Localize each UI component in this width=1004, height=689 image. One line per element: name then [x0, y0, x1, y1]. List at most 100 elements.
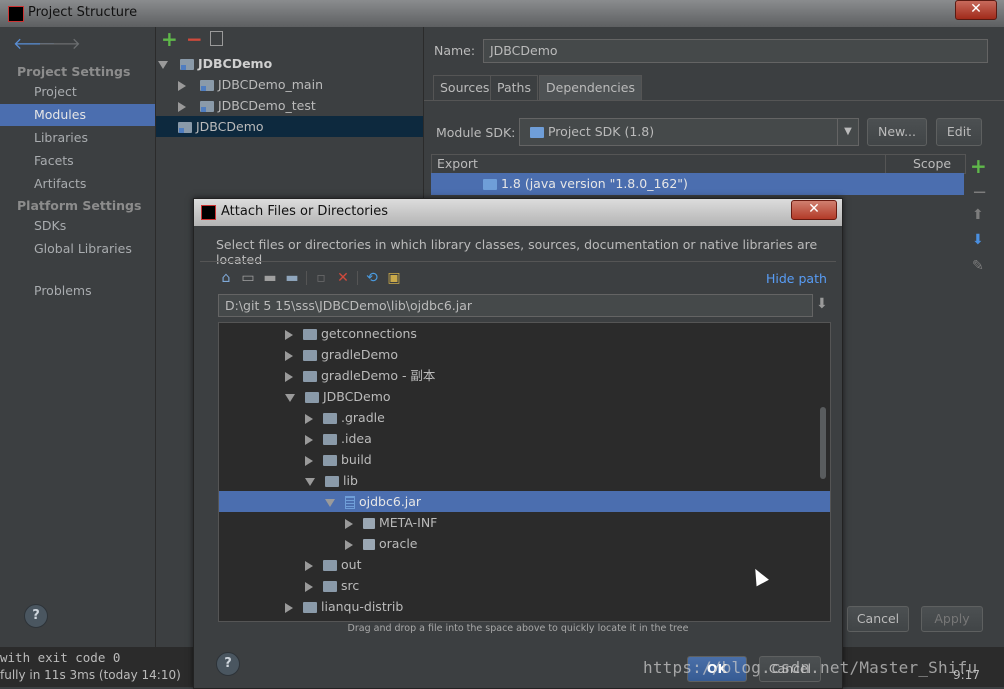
sidebar-item-facets[interactable]: Facets: [0, 150, 155, 172]
file-tree-row[interactable]: oracle: [219, 533, 830, 554]
remove-dependency-icon[interactable]: −: [972, 182, 987, 203]
scrollbar-thumb[interactable]: [820, 407, 826, 479]
module-tree-selected[interactable]: JDBCDemo: [156, 116, 423, 137]
expand-right-icon[interactable]: [178, 80, 186, 91]
file-tree-row[interactable]: src: [219, 575, 830, 596]
tab-dependencies[interactable]: Dependencies: [539, 75, 642, 101]
module-folder-icon[interactable]: ▬: [284, 270, 300, 286]
module-name-field[interactable]: JDBCDemo: [483, 39, 988, 63]
file-tree-row[interactable]: getconnections: [219, 323, 830, 344]
module-tree-root[interactable]: JDBCDemo: [158, 53, 423, 74]
module-tree-child[interactable]: JDBCDemo_main: [178, 74, 323, 95]
expand-right-icon[interactable]: [345, 539, 353, 550]
dependencies-table-header: Export Scope: [431, 154, 966, 174]
expand-down-icon[interactable]: [305, 477, 315, 486]
file-tree-row-label: src: [341, 578, 360, 593]
expand-right-icon[interactable]: [305, 560, 313, 571]
expand-right-icon[interactable]: [305, 581, 313, 592]
file-tree-row[interactable]: JDBCDemo: [219, 386, 830, 407]
platform-settings-heading: Platform Settings: [17, 198, 142, 213]
expand-right-icon[interactable]: [285, 329, 293, 340]
file-tree-row-label: oracle: [379, 536, 418, 551]
file-tree-row[interactable]: lianqu-distrib: [219, 596, 830, 617]
file-tree-row[interactable]: lib: [219, 470, 830, 491]
cancel-button[interactable]: Cancel: [847, 606, 909, 632]
file-tree-row[interactable]: gradleDemo - 副本: [219, 365, 830, 386]
file-tree-row[interactable]: .gradle: [219, 407, 830, 428]
sidebar-item-global-libraries[interactable]: Global Libraries: [0, 238, 155, 260]
sdk-folder-icon: [530, 127, 544, 138]
folder-icon: [303, 602, 317, 613]
dialog-title: Attach Files or Directories: [221, 204, 389, 219]
dependency-row[interactable]: 1.8 (java version "1.8.0_162"): [431, 173, 964, 195]
desktop-icon[interactable]: ▭: [240, 270, 256, 286]
tab-sources[interactable]: Sources: [433, 75, 497, 101]
file-tree-row-label: gradleDemo - 副本: [321, 368, 436, 383]
expand-right-icon[interactable]: [305, 413, 313, 424]
module-tree-child[interactable]: JDBCDemo_test: [178, 95, 316, 116]
expand-down-icon[interactable]: [285, 393, 295, 402]
new-folder-icon[interactable]: ▫: [313, 270, 329, 286]
drag-drop-hint: Drag and drop a file into the space abov…: [347, 623, 689, 634]
dependency-row-label: 1.8 (java version "1.8.0_162"): [500, 176, 688, 191]
file-tree-row[interactable]: .idea: [219, 428, 830, 449]
expand-right-icon[interactable]: [285, 350, 293, 361]
expand-right-icon[interactable]: [285, 371, 293, 382]
expand-right-icon[interactable]: [178, 101, 186, 112]
expand-down-icon[interactable]: [158, 60, 168, 69]
add-icon[interactable]: +: [161, 27, 178, 51]
sidebar-item-problems[interactable]: Problems: [0, 280, 155, 302]
copy-icon[interactable]: [210, 31, 223, 46]
folder-icon: [323, 434, 337, 445]
package-icon: [363, 518, 375, 529]
home-icon[interactable]: ⌂: [218, 270, 234, 286]
show-hidden-icon[interactable]: ▣: [386, 270, 402, 286]
scope-column-header[interactable]: Scope: [913, 156, 951, 171]
new-sdk-button[interactable]: New...: [867, 118, 927, 146]
export-column-header[interactable]: Export: [437, 156, 478, 171]
apply-button[interactable]: Apply: [921, 606, 983, 632]
sidebar-item-sdks[interactable]: SDKs: [0, 215, 155, 237]
dialog-help-icon[interactable]: ?: [216, 652, 240, 676]
refresh-icon[interactable]: ⟲: [364, 270, 380, 286]
expand-right-icon[interactable]: [305, 455, 313, 466]
expand-right-icon[interactable]: [345, 518, 353, 529]
file-tree-row[interactable]: ojdbc6.jar: [219, 491, 830, 512]
project-folder-icon[interactable]: ▬: [262, 270, 278, 286]
window-titlebar: Project Structure ✕: [0, 0, 1004, 27]
file-tree-row[interactable]: out: [219, 554, 830, 575]
folder-icon: [325, 476, 339, 487]
module-sdk-select[interactable]: Project SDK (1.8) ▼: [519, 118, 859, 146]
forward-arrow-icon[interactable]: 🡒: [38, 33, 81, 53]
expand-right-icon[interactable]: [305, 434, 313, 445]
hide-path-link[interactable]: Hide path: [766, 271, 827, 286]
move-down-icon[interactable]: ⬇: [972, 232, 984, 248]
path-field[interactable]: D:\git 5 15\sss\JDBCDemo\lib\ojdbc6.jar: [218, 294, 813, 317]
edit-sdk-button[interactable]: Edit: [936, 118, 982, 146]
delete-icon[interactable]: ✕: [335, 270, 351, 286]
sidebar-item-project[interactable]: Project: [0, 81, 155, 103]
edit-pencil-icon[interactable]: ✎: [972, 258, 984, 274]
history-icon[interactable]: ⬇: [816, 296, 828, 312]
dialog-divider: [200, 261, 836, 262]
tab-paths[interactable]: Paths: [490, 75, 538, 101]
sidebar-item-artifacts[interactable]: Artifacts: [0, 173, 155, 195]
file-tree-row[interactable]: META-INF: [219, 512, 830, 533]
file-tree-row[interactable]: build: [219, 449, 830, 470]
help-icon[interactable]: ?: [24, 604, 48, 628]
file-tree-row[interactable]: gradleDemo: [219, 344, 830, 365]
remove-icon[interactable]: −: [186, 27, 203, 51]
project-structure-sidebar: 🡐 🡒 Project Settings Project Modules Lib…: [0, 27, 156, 647]
dialog-body: Select files or directories in which lib…: [200, 226, 836, 688]
move-up-icon[interactable]: ⬆: [972, 207, 984, 223]
window-close-button[interactable]: ✕: [955, 0, 997, 20]
add-dependency-icon[interactable]: +: [970, 154, 987, 178]
name-label: Name:: [434, 43, 476, 58]
expand-right-icon[interactable]: [285, 602, 293, 613]
sidebar-item-modules[interactable]: Modules: [0, 104, 155, 126]
chevron-down-icon[interactable]: ▼: [837, 119, 858, 145]
sidebar-item-libraries[interactable]: Libraries: [0, 127, 155, 149]
dialog-close-button[interactable]: ✕: [791, 200, 837, 220]
expand-down-icon[interactable]: [325, 498, 335, 507]
folder-icon: [303, 371, 317, 382]
